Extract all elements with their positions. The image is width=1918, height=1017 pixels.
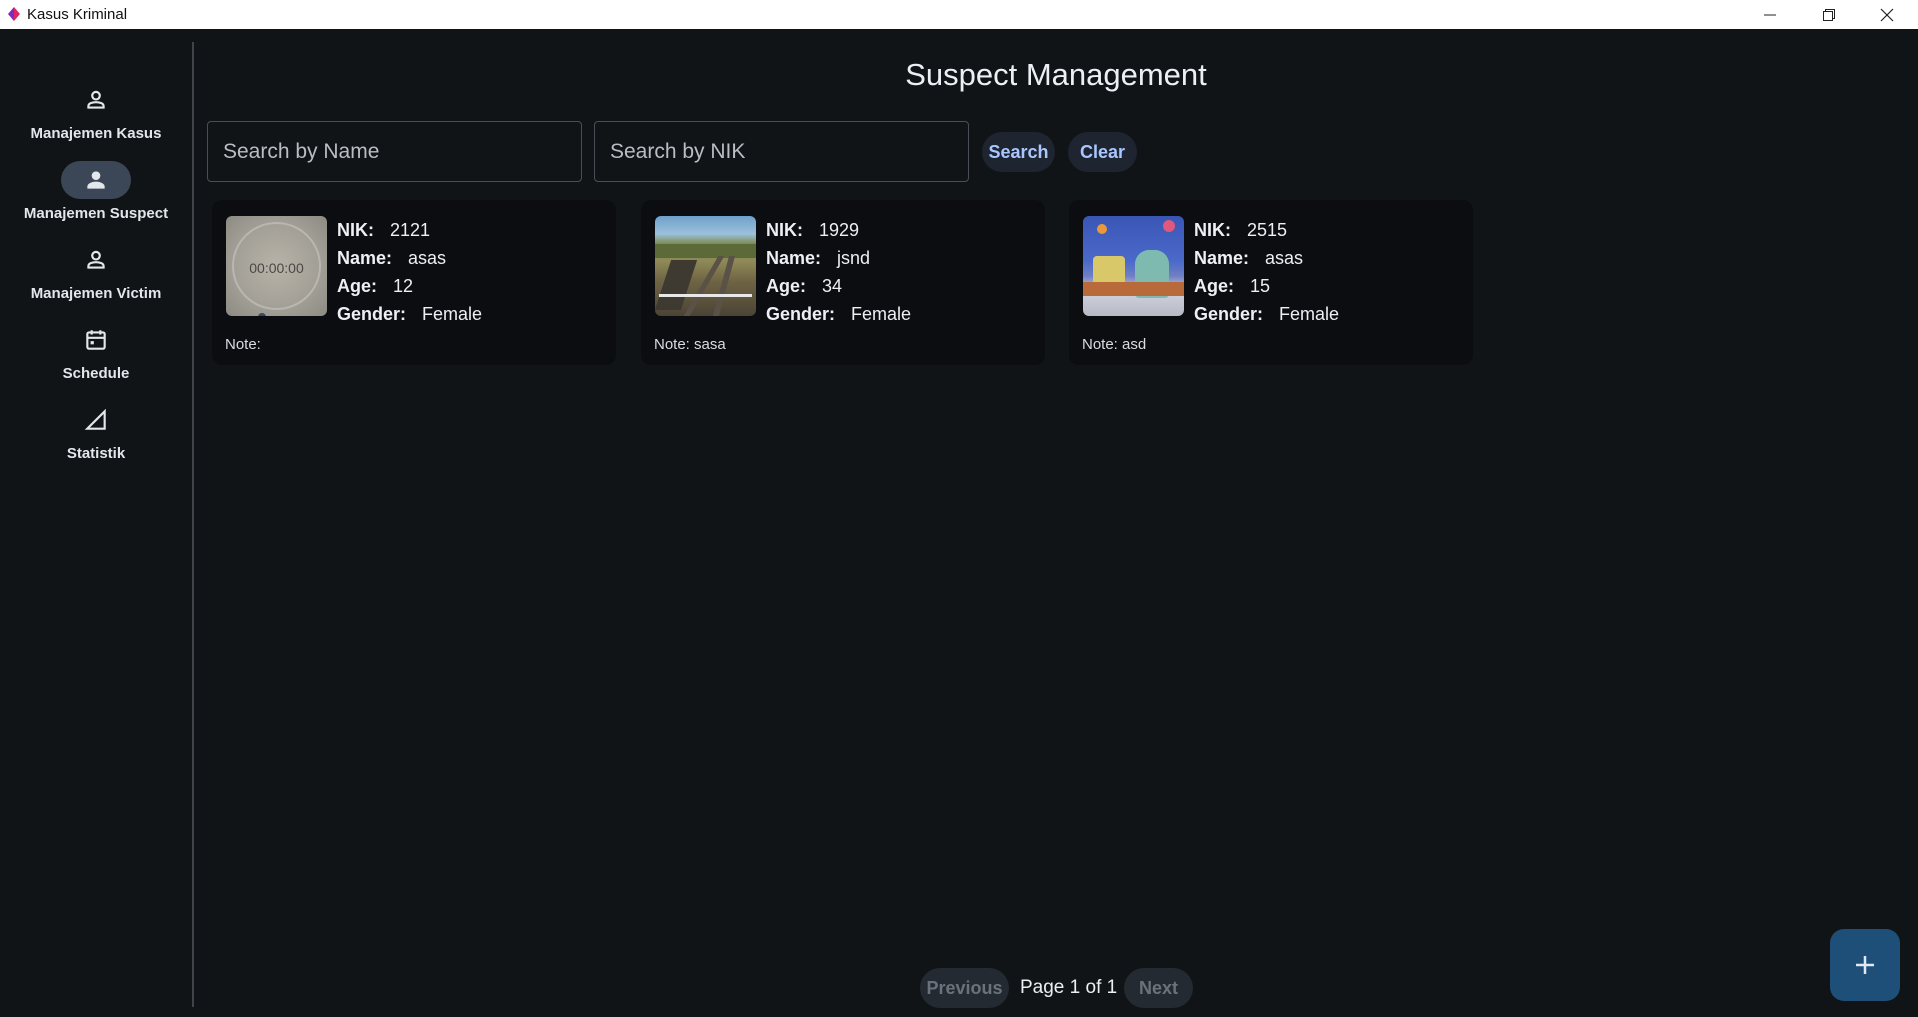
- app-logo-icon: [8, 7, 20, 21]
- sidebar-item-manajemen-victim[interactable]: Manajemen Victim: [0, 241, 192, 311]
- name-label: Name:: [337, 247, 393, 268]
- nik-value: 2515: [1247, 219, 1288, 240]
- suspect-fields: NIK: 1929 Name: jsnd Age: 34 Gender: Female: [766, 216, 911, 328]
- gender-label: Gender:: [1194, 303, 1264, 324]
- close-icon: [1880, 8, 1894, 21]
- page-info: Page 1 of 1: [1020, 977, 1118, 998]
- plus-icon: [1856, 956, 1874, 974]
- nav-icon-wrapper: [61, 81, 131, 119]
- nik-value: 1929: [819, 219, 860, 240]
- suspect-fields: NIK: 2515 Name: asas Age: 15 Gender: Female: [1194, 216, 1339, 328]
- sidebar-item-manajemen-kasus[interactable]: Manajemen Kasus: [0, 81, 192, 151]
- gender-row: Gender: Female: [337, 300, 482, 328]
- sidebar-item-label: Manajemen Kasus: [30, 125, 162, 142]
- person-icon: [87, 90, 105, 109]
- age-row: Age: 34: [766, 272, 911, 300]
- sidebar-item-label: Manajemen Suspect: [23, 205, 169, 222]
- search-nik-input[interactable]: [594, 121, 969, 182]
- age-value: 15: [1250, 275, 1271, 296]
- window-title: Kasus Kriminal: [27, 6, 128, 23]
- photo-bench: [1083, 282, 1184, 296]
- age-label: Age:: [766, 275, 806, 296]
- age-value: 34: [822, 275, 843, 296]
- suspect-photo: [655, 216, 756, 316]
- name-row: Name: asas: [337, 244, 482, 272]
- age-label: Age:: [337, 275, 377, 296]
- sidebar: Manajemen Kasus Manajemen Suspect Manaje…: [0, 29, 192, 1017]
- calendar-icon: [86, 330, 106, 350]
- age-row: Age: 15: [1194, 272, 1339, 300]
- gender-row: Gender: Female: [1194, 300, 1339, 328]
- window-titlebar: Kasus Kriminal: [0, 0, 1918, 29]
- restore-button[interactable]: [1800, 0, 1858, 29]
- restore-icon: [1823, 8, 1835, 21]
- age-value: 12: [393, 275, 414, 296]
- signal-triangle-icon: [84, 408, 106, 430]
- previous-button[interactable]: Previous: [920, 968, 1009, 1008]
- sidebar-divider: [192, 42, 194, 1007]
- nav-icon-wrapper: [61, 241, 131, 279]
- gender-value: Female: [851, 303, 912, 324]
- gender-value: Female: [1279, 303, 1340, 324]
- nav-icon-wrapper: [61, 321, 131, 359]
- sidebar-item-label: Manajemen Victim: [30, 285, 162, 302]
- suspect-card[interactable]: NIK: 1929 Name: jsnd Age: 34 Gender: Female …: [641, 200, 1045, 365]
- minimize-button[interactable]: [1741, 0, 1799, 29]
- photo-hills: [655, 244, 756, 258]
- nik-label: NIK:: [1194, 219, 1231, 240]
- close-button[interactable]: [1858, 0, 1916, 29]
- person-icon: [87, 171, 105, 189]
- add-suspect-button[interactable]: [1830, 929, 1900, 1001]
- photo-subtitle: [659, 294, 752, 297]
- nav-icon-wrapper-active: [61, 161, 131, 199]
- gender-row: Gender: Female: [766, 300, 911, 328]
- suspect-note: Note: sasa: [654, 336, 726, 353]
- nik-row: NIK: 2515: [1194, 216, 1339, 244]
- gender-value: Female: [422, 303, 483, 324]
- sidebar-item-label: Schedule: [62, 365, 130, 382]
- nik-row: NIK: 2121: [337, 216, 482, 244]
- gender-label: Gender:: [766, 303, 836, 324]
- person-icon: [87, 250, 105, 269]
- name-label: Name:: [766, 247, 822, 268]
- sidebar-item-statistik[interactable]: Statistik: [0, 401, 192, 471]
- nik-row: NIK: 1929: [766, 216, 911, 244]
- age-row: Age: 12: [337, 272, 482, 300]
- photo-flower: [1097, 224, 1107, 234]
- suspect-card[interactable]: NIK: 2515 Name: asas Age: 15 Gender: Female …: [1069, 200, 1473, 365]
- suspect-note: Note: asd: [1082, 336, 1147, 353]
- name-value: jsnd: [837, 247, 871, 268]
- sidebar-item-label: Statistik: [66, 445, 126, 462]
- timer-dot: [258, 313, 266, 316]
- next-button[interactable]: Next: [1124, 968, 1193, 1008]
- name-value: asas: [1265, 247, 1304, 268]
- suspect-fields: NIK: 2121 Name: asas Age: 12 Gender: Female: [337, 216, 482, 328]
- age-label: Age:: [1194, 275, 1234, 296]
- page-title: Suspect Management: [905, 57, 1207, 92]
- photo-flower: [1163, 220, 1175, 232]
- name-label: Name:: [1194, 247, 1250, 268]
- nav-icon-wrapper: [61, 401, 131, 439]
- nik-value: 2121: [390, 219, 431, 240]
- name-row: Name: asas: [1194, 244, 1339, 272]
- clear-button[interactable]: Clear: [1068, 132, 1137, 172]
- suspect-note: Note:: [225, 336, 261, 353]
- nik-label: NIK:: [766, 219, 803, 240]
- search-button[interactable]: Search: [982, 132, 1055, 172]
- gender-label: Gender:: [337, 303, 407, 324]
- name-value: asas: [408, 247, 447, 268]
- search-name-input[interactable]: [207, 121, 582, 182]
- name-row: Name: jsnd: [766, 244, 911, 272]
- suspect-card[interactable]: 00:00:00 NIK: 2121 Name: asas Age: 12 Gende…: [212, 200, 616, 365]
- suspect-photo: 00:00:00: [226, 216, 327, 316]
- sidebar-item-manajemen-suspect[interactable]: Manajemen Suspect: [0, 161, 192, 231]
- nik-label: NIK:: [337, 219, 374, 240]
- sidebar-item-schedule[interactable]: Schedule: [0, 321, 192, 391]
- minimize-icon: [1764, 14, 1776, 15]
- suspect-photo: [1083, 216, 1184, 316]
- photo-timer-text: 00:00:00: [249, 260, 304, 276]
